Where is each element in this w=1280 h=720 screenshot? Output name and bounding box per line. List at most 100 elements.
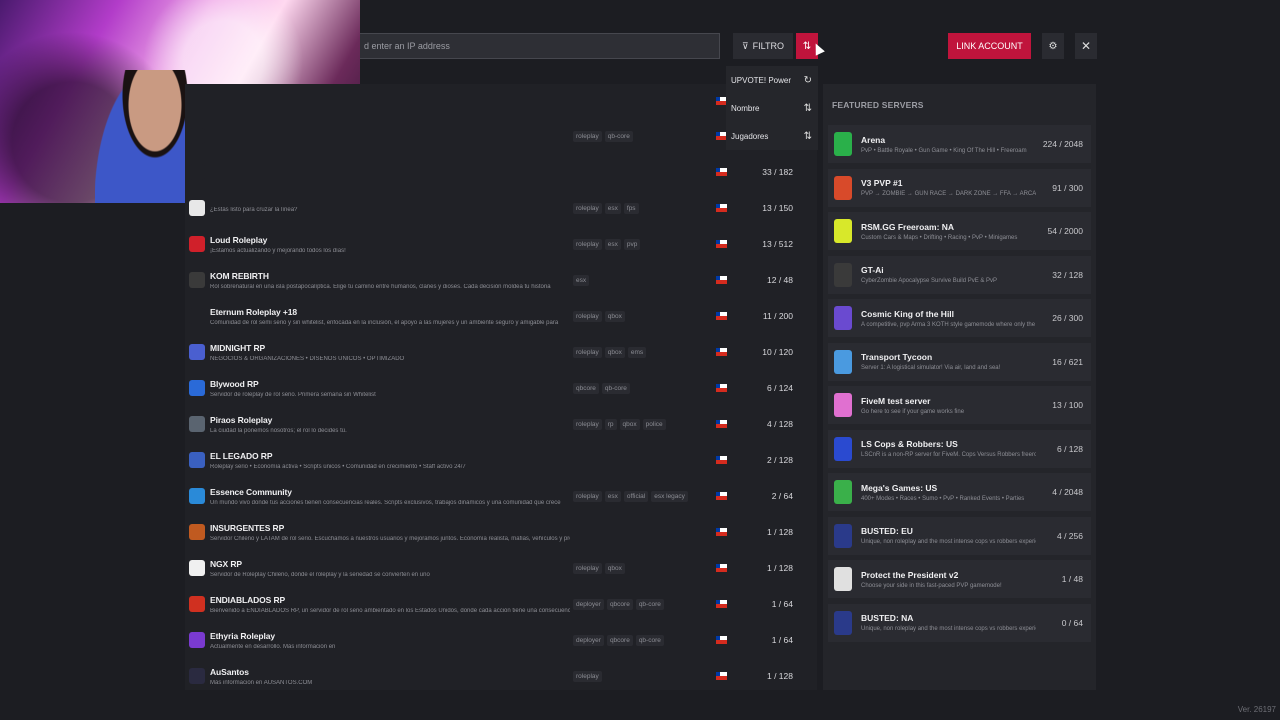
server-row[interactable]: ¿Estás listo para cruzar la línea? rolep… <box>185 190 817 226</box>
server-row[interactable]: EL LEGADO RP Roleplay serio • Economía a… <box>185 442 817 478</box>
featured-server-row[interactable]: BUSTED: NA Unique, non roleplay and the … <box>828 603 1091 642</box>
server-name: KOM REBIRTH <box>210 270 269 281</box>
server-player-count: 13 / 512 <box>762 239 793 249</box>
server-tags: roleplay qbox ems <box>573 346 647 358</box>
server-tag: roleplay <box>573 670 602 682</box>
server-player-count: 1 / 64 <box>771 599 793 609</box>
server-player-count: 2 / 64 <box>771 491 793 501</box>
server-row[interactable]: Eternum Roleplay +18 Comunidad de rol se… <box>185 298 817 334</box>
server-row[interactable]: NGX RP Servidor de Roleplay Chileno, don… <box>185 550 817 586</box>
server-row[interactable]: Piraos Roleplay La ciudad la ponemos nos… <box>185 406 817 442</box>
server-tag: fps <box>623 202 639 214</box>
featured-server-description: Unique, non roleplay and the most intens… <box>861 626 1036 632</box>
featured-server-name: Mega's Games: US <box>861 482 938 493</box>
sort-option-upvote[interactable]: UPVOTE! Power ↻ <box>726 66 818 94</box>
server-tag: qb-core <box>604 130 633 142</box>
server-row[interactable]: AuSantos Más información en AUSANTOS.COM… <box>185 658 817 694</box>
server-name: MIDNIGHT RP <box>210 342 266 353</box>
chile-flag-icon <box>716 420 727 428</box>
filter-label: FILTRO <box>752 41 784 51</box>
chile-flag-icon <box>716 564 727 572</box>
server-row[interactable]: roleplay qb-core <box>185 118 817 154</box>
server-row[interactable]: INSURGENTES RP Servidor Chileno y LATAM … <box>185 514 817 550</box>
server-logo-icon <box>189 596 205 612</box>
featured-server-row[interactable]: Protect the President v2 Choose your sid… <box>828 560 1091 598</box>
server-tag: qb-core <box>635 598 664 610</box>
settings-button[interactable]: ⚙ <box>1042 33 1064 59</box>
server-description: La ciudad la ponemos nosotros; el rol lo… <box>210 427 347 434</box>
server-tags: roleplay qbox <box>573 310 625 322</box>
featured-server-row[interactable]: Transport Tycoon Server 1: A logistical … <box>828 342 1091 381</box>
server-tags: roleplay esx fps <box>573 202 639 214</box>
sort-option-name[interactable]: Nombre ⇅ <box>726 94 818 122</box>
chile-flag-icon <box>716 672 727 680</box>
featured-server-row[interactable]: V3 PVP #1 PVP → ZOMBIE → GUN RACE → DARK… <box>828 168 1091 207</box>
server-tag: roleplay <box>573 562 602 574</box>
server-tags: roleplay esx official esx legacy <box>573 490 688 502</box>
chile-flag-icon <box>716 348 727 356</box>
server-row[interactable]: MIDNIGHT RP NEGOCIOS & ORGANIZACIONES • … <box>185 334 817 370</box>
chile-flag-icon <box>716 240 727 248</box>
server-tag: qbox <box>604 346 625 358</box>
server-logo-icon <box>189 344 205 360</box>
server-player-count: 6 / 124 <box>767 383 793 393</box>
refresh-icon: ↻ <box>803 74 812 86</box>
chile-flag-icon <box>716 204 727 212</box>
server-row[interactable]: KOM REBIRTH Rol sobrenatural en una isla… <box>185 262 817 298</box>
featured-server-row[interactable]: FiveM test server Go here to see if your… <box>828 386 1091 424</box>
server-row[interactable]: Ethyria Roleplay Actualmente en desarrol… <box>185 622 817 658</box>
server-tag: esx legacy <box>651 490 688 502</box>
server-list: roleplay qb-core 33 / 182 ¿Estás listo pa… <box>185 84 817 690</box>
server-description: Actualmente en desarrollo. Más informaci… <box>210 643 336 650</box>
featured-server-row[interactable]: LS Cops & Robbers: US LSCnR is a non-RP … <box>828 429 1091 468</box>
server-tag: qbcore <box>573 382 599 394</box>
server-player-count: 1 / 64 <box>771 635 793 645</box>
server-tag: roleplay <box>573 130 602 142</box>
server-name: Piraos Roleplay <box>210 414 273 425</box>
featured-server-row[interactable]: Arena PvP • Battle Royale • Gun Game • K… <box>828 125 1091 163</box>
featured-server-name: RSM.GG Freeroam: NA <box>861 221 955 232</box>
server-description: Servidor de Roleplay Chileno, donde el r… <box>210 571 430 578</box>
featured-server-logo-icon <box>834 219 852 243</box>
featured-server-row[interactable]: Cosmic King of the Hill A competitive, p… <box>828 299 1091 337</box>
featured-server-name: V3 PVP #1 <box>861 178 903 188</box>
server-list-header <box>185 84 817 118</box>
server-row[interactable]: ENDIABLADOS RP Bienvenido a ENDIABLADOS … <box>185 586 817 622</box>
server-description: Servidor de roleplay de rol serio. Prime… <box>210 391 376 398</box>
sort-option-players[interactable]: Jugadores ⇅ <box>726 122 818 150</box>
link-account-label: LINK ACCOUNT <box>956 41 1023 51</box>
server-player-count: 12 / 48 <box>767 275 793 285</box>
featured-server-description: Server 1: A logistical simulator! Via ai… <box>861 365 1001 371</box>
featured-server-name: GT-Ai <box>861 265 884 275</box>
featured-server-description: Unique, non roleplay and the most intens… <box>861 539 1036 545</box>
close-icon: ✕ <box>1080 39 1092 53</box>
server-tag: roleplay <box>573 346 602 358</box>
featured-server-description: LSCnR is a non-RP server for FiveM. Cops… <box>861 452 1036 458</box>
featured-server-row[interactable]: RSM.GG Freeroam: NA Custom Cars & Maps •… <box>828 212 1091 250</box>
filter-button[interactable]: ⊽ FILTRO <box>733 33 793 59</box>
link-account-button[interactable]: LINK ACCOUNT <box>948 33 1031 59</box>
chile-flag-icon <box>716 456 727 464</box>
server-logo-icon <box>189 272 205 288</box>
featured-server-row[interactable]: BUSTED: EU Unique, non roleplay and the … <box>828 516 1091 555</box>
search-box[interactable] <box>360 33 720 59</box>
featured-servers-panel: FEATURED SERVERS Arena PvP • Battle Roya… <box>823 84 1096 690</box>
server-player-count: 33 / 182 <box>762 167 793 177</box>
server-tag: esx <box>604 490 621 502</box>
featured-server-description: Choose your side in this fast-paced PVP … <box>861 582 1002 589</box>
server-row[interactable]: 33 / 182 <box>185 154 817 190</box>
search-input[interactable] <box>364 41 719 51</box>
featured-server-logo-icon <box>834 262 852 287</box>
server-tag: qb-core <box>601 382 630 394</box>
server-tag: esx <box>604 202 621 214</box>
featured-server-row[interactable]: Mega's Games: US 400+ Modes • Races • Su… <box>828 473 1091 511</box>
server-row[interactable]: Blywood RP Servidor de roleplay de rol s… <box>185 370 817 406</box>
server-row[interactable]: Loud Roleplay ¡Estamos actualizando y me… <box>185 226 817 262</box>
server-tag: roleplay <box>573 238 602 250</box>
server-description: Servidor Chileno y LATAM de rol serio. E… <box>210 535 570 542</box>
close-button[interactable]: ✕ <box>1075 33 1097 59</box>
server-row[interactable]: Essence Community Un mundo vivo donde tu… <box>185 478 817 514</box>
featured-server-name: Transport Tycoon <box>861 352 933 362</box>
server-logo-icon <box>189 308 205 324</box>
featured-server-row[interactable]: GT-Ai CyberZombie Apocalypse Survive Bui… <box>828 255 1091 294</box>
